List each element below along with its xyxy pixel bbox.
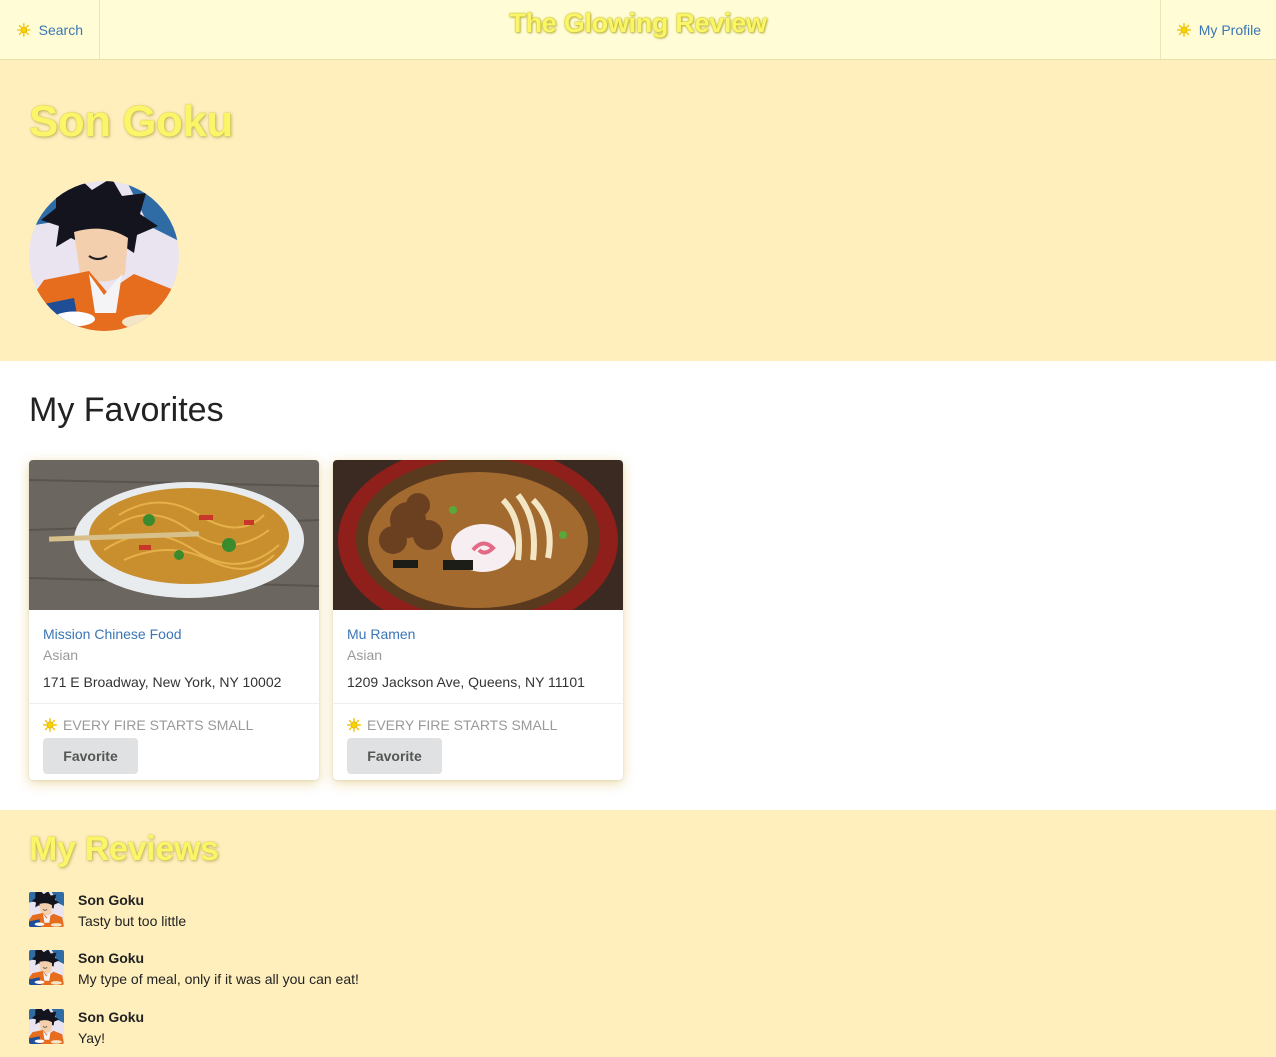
search-label: Search [38,21,83,38]
profile-name: Son Goku [29,97,233,146]
review-avatar [29,1009,64,1044]
restaurant-category: Asian [347,647,383,663]
review-text: Yay! [78,1030,105,1046]
review-avatar [29,950,64,985]
reviews-section: My Reviews Son Goku Tasty but too little… [0,810,1276,1057]
favorites-section: My Favorites Mission Chinese Food Asian … [0,361,1276,810]
restaurant-category: Asian [43,647,79,663]
review-item: Son Goku My type of meal, only if it was… [29,950,629,995]
restaurant-name-link[interactable]: Mu Ramen [347,626,609,642]
motto-text: EVERY FIRE STARTS SMALL [63,717,254,733]
review-author: Son Goku [78,950,145,966]
top-nav: Search The Glowing Review My Profile [0,0,1276,60]
profile-avatar [29,181,179,331]
restaurant-card: Mission Chinese Food Asian 171 E Broadwa… [29,460,319,780]
sun-icon [43,718,57,732]
restaurant-address: 171 E Broadway, New York, NY 10002 [43,674,282,690]
review-text: My type of meal, only if it was all you … [78,971,359,987]
restaurant-name-link[interactable]: Mission Chinese Food [43,626,305,642]
my-profile-label: My Profile [1198,21,1261,38]
restaurant-card: Mu Ramen Asian 1209 Jackson Ave, Queens,… [333,460,623,780]
sun-icon [1177,23,1191,37]
favorites-title: My Favorites [29,391,224,429]
restaurant-address: 1209 Jackson Ave, Queens, NY 11101 [347,674,585,690]
profile-header: Son Goku [0,61,1276,361]
review-author: Son Goku [78,1009,145,1025]
motto-text: EVERY FIRE STARTS SMALL [367,717,558,733]
review-author: Son Goku [78,892,145,908]
sun-icon [17,23,31,37]
restaurant-image [333,460,623,610]
review-text: Tasty but too little [78,913,187,929]
favorite-button[interactable]: Favorite [43,738,138,774]
restaurant-image [29,460,319,610]
reviews-title: My Reviews [29,830,219,868]
restaurant-motto: EVERY FIRE STARTS SMALL [43,717,305,733]
review-item: Son Goku Tasty but too little [29,892,629,937]
sun-icon [347,718,361,732]
search-link[interactable]: Search [0,0,100,59]
restaurant-motto: EVERY FIRE STARTS SMALL [347,717,609,733]
brand-title: The Glowing Review [509,8,767,38]
favorite-button[interactable]: Favorite [347,738,442,774]
review-item: Son Goku Yay! [29,1009,629,1054]
review-avatar [29,892,64,927]
my-profile-link[interactable]: My Profile [1159,0,1276,59]
